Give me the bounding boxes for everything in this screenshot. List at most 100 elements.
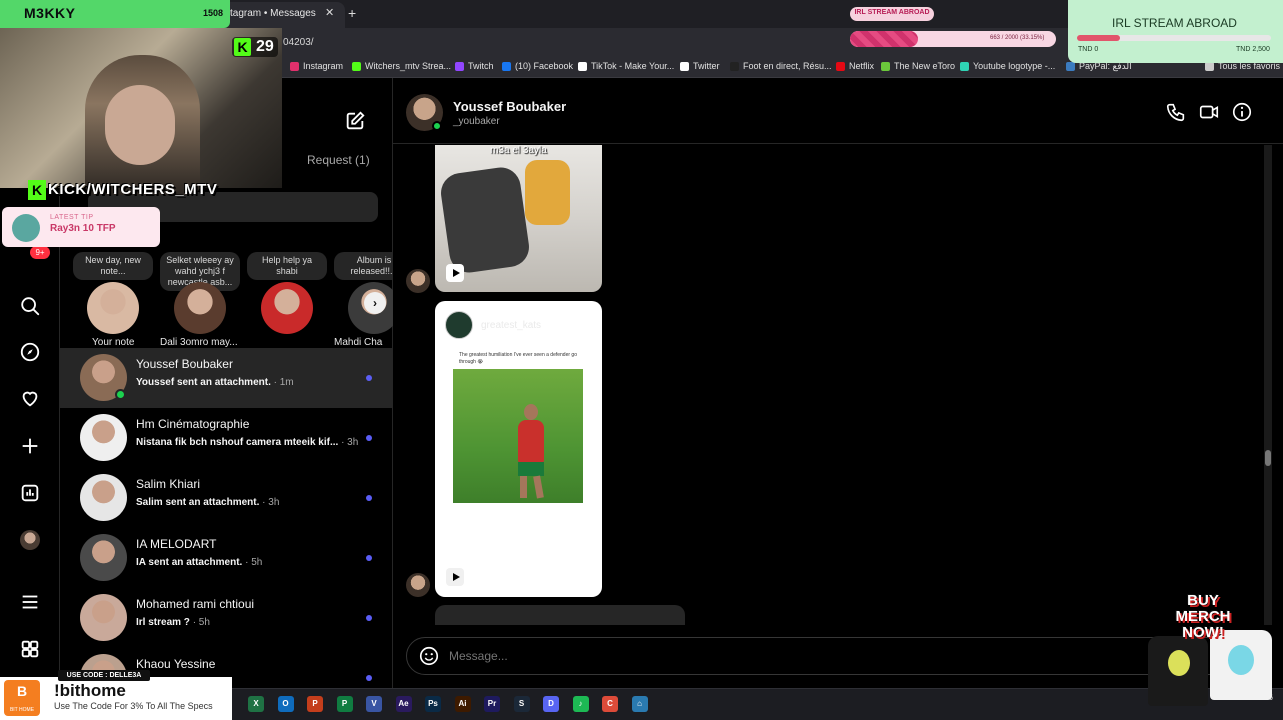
conversation-row[interactable]: IA MELODART IA sent an attachment. · 5h xyxy=(60,528,393,588)
bookmark-item[interactable]: Witchers_mtv Strea... xyxy=(352,61,451,71)
bookmark-favicon-icon xyxy=(960,61,969,71)
story-label: Dali 3omro may... xyxy=(160,337,238,348)
search-icon[interactable] xyxy=(18,294,42,318)
webcam-face xyxy=(105,85,175,165)
bookmark-item[interactable]: Youtube logotype -... xyxy=(960,61,1055,71)
video-call-icon[interactable] xyxy=(1198,101,1220,123)
bookmark-item[interactable]: Twitch xyxy=(455,61,494,71)
new-tab-icon[interactable]: + xyxy=(348,5,356,21)
conversation-row[interactable]: Hm Cinématographie Nistana fik bch nshouf… xyxy=(60,408,393,468)
explore-icon[interactable] xyxy=(18,340,42,364)
taskbar-app-icon[interactable]: X xyxy=(248,696,264,712)
conversation-row[interactable]: Youssef Boubaker Youssef sent an attachme… xyxy=(60,348,393,408)
note-bubble[interactable]: New day, new note... xyxy=(73,252,153,280)
taskbar-app-icon[interactable]: ♪ xyxy=(572,696,589,712)
merch-shirt-print xyxy=(1168,650,1190,676)
conversation-row[interactable]: Salim Khiari Salim sent an attachment. · … xyxy=(60,468,393,528)
tip-avatar xyxy=(12,214,40,242)
tab-title: tagram • Messages xyxy=(230,8,316,19)
conversation-avatar xyxy=(80,474,127,521)
irl-goal-min: TND 0 xyxy=(1078,46,1099,53)
taskbar-app-icon[interactable]: D xyxy=(543,696,559,712)
bookmark-label: (10) Facebook xyxy=(515,61,574,71)
reel1-caption: m3a el 3ayla xyxy=(490,145,547,156)
tip-label: LATEST TIP xyxy=(50,214,94,221)
note-bubble[interactable]: Help help ya shabi xyxy=(247,252,327,280)
apps-icon[interactable] xyxy=(18,637,42,661)
goal-progress-fill xyxy=(850,31,919,47)
bookmark-item[interactable]: Instagram xyxy=(290,61,343,71)
tab-close-icon[interactable]: ✕ xyxy=(325,6,334,19)
chat-scrollbar[interactable] xyxy=(1264,145,1272,625)
bithome-tagline: Use The Code For 3% To All The Specs xyxy=(54,701,213,711)
bookmark-label: Netflix xyxy=(849,61,875,71)
conversation-avatar xyxy=(80,414,127,461)
conversation-row[interactable]: Mohamed rami chtioui Irl stream ? · 5h xyxy=(60,588,393,648)
reel2-player-head xyxy=(524,404,538,420)
chat-contact-name[interactable]: Youssef Boubaker xyxy=(453,99,566,114)
irl-goal-max: TND 2,500 xyxy=(1236,46,1270,53)
bookmark-favicon-icon xyxy=(680,61,689,71)
dashboard-icon[interactable] xyxy=(18,481,42,505)
bookmark-favicon-icon xyxy=(730,61,739,71)
merch-shirt-print xyxy=(1228,645,1254,675)
taskbar-app-icon[interactable]: P xyxy=(307,696,323,712)
story-avatar[interactable] xyxy=(261,282,313,334)
reel-play-icon[interactable] xyxy=(446,264,464,282)
taskbar-app-icon[interactable]: S xyxy=(513,696,530,712)
conversation-name: Youssef Boubaker xyxy=(136,357,233,371)
bookmark-item[interactable]: The New eToro xyxy=(881,61,955,71)
emoji-icon[interactable] xyxy=(418,645,440,667)
create-icon[interactable] xyxy=(18,434,42,458)
chat-scrollbar-thumb[interactable] xyxy=(1265,450,1271,466)
conversation-preview-text: Irl stream ? xyxy=(136,617,190,628)
taskbar-app-icon[interactable]: Ae xyxy=(395,696,412,712)
kick-handle: KICK/WITCHERS_MTV xyxy=(48,181,218,198)
profile-avatar[interactable] xyxy=(18,528,42,552)
shared-reel-3[interactable] xyxy=(435,605,685,625)
story-avatar[interactable] xyxy=(174,282,226,334)
conversation-name: IA MELODART xyxy=(136,537,217,551)
message-sender-avatar[interactable] xyxy=(406,573,430,597)
reel2-player-shorts xyxy=(518,462,544,476)
bookmark-item[interactable]: Foot en direct, Résu... xyxy=(730,61,832,71)
phone-call-icon[interactable] xyxy=(1165,101,1187,123)
bookmark-label: Witchers_mtv Strea... xyxy=(365,61,452,71)
bookmark-favicon-icon xyxy=(502,61,511,71)
conversation-preview-text: Youssef sent an attachment. xyxy=(136,377,271,388)
taskbar-app-icon[interactable]: C xyxy=(602,696,618,712)
info-icon[interactable] xyxy=(1231,101,1253,123)
conversation-name: Khaou Yessine xyxy=(136,657,216,671)
bookmark-item[interactable]: Netflix xyxy=(836,61,874,71)
compose-message-icon[interactable] xyxy=(344,110,366,137)
stories-next-button[interactable]: › xyxy=(364,292,386,314)
bookmark-item[interactable]: Twitter xyxy=(680,61,720,71)
message-input[interactable] xyxy=(449,649,1149,663)
tip-text: Ray3n 10 TFP xyxy=(50,223,116,234)
bookmark-item[interactable]: TikTok - Make Your... xyxy=(578,61,674,71)
taskbar-app-icon[interactable]: ⌂ xyxy=(631,696,648,712)
conversation-avatar xyxy=(80,534,127,581)
conversation-name: Hm Cinématographie xyxy=(136,417,250,431)
conversation-name: Salim Khiari xyxy=(136,477,201,491)
heart-icon[interactable] xyxy=(18,386,42,410)
taskbar-app-icon[interactable]: Ps xyxy=(425,696,441,712)
taskbar-app-icon[interactable]: V xyxy=(366,696,382,712)
reel-play-icon[interactable] xyxy=(446,568,464,586)
bookmark-label: Twitter xyxy=(693,61,720,71)
story-avatar[interactable] xyxy=(87,282,139,334)
message-requests-link[interactable]: Request (1) xyxy=(307,153,370,167)
taskbar-app-icon[interactable]: Pr xyxy=(484,696,500,712)
taskbar-app-icon[interactable]: P xyxy=(336,696,353,712)
taskbar-app-icon[interactable]: O xyxy=(277,696,294,712)
conversation-time: · 3h xyxy=(262,497,280,508)
bithome-logo-sub: BIT HOME xyxy=(9,707,35,713)
menu-icon[interactable] xyxy=(18,590,42,614)
unread-dot xyxy=(366,615,372,621)
url-text[interactable]: 04203/ xyxy=(283,37,314,48)
taskbar-app-icon[interactable]: Ai xyxy=(454,696,471,712)
bookmark-label: Twitch xyxy=(468,61,494,71)
bookmark-favicon-icon xyxy=(352,61,361,71)
message-sender-avatar[interactable] xyxy=(406,269,430,293)
bookmark-item[interactable]: (10) Facebook xyxy=(502,61,573,71)
